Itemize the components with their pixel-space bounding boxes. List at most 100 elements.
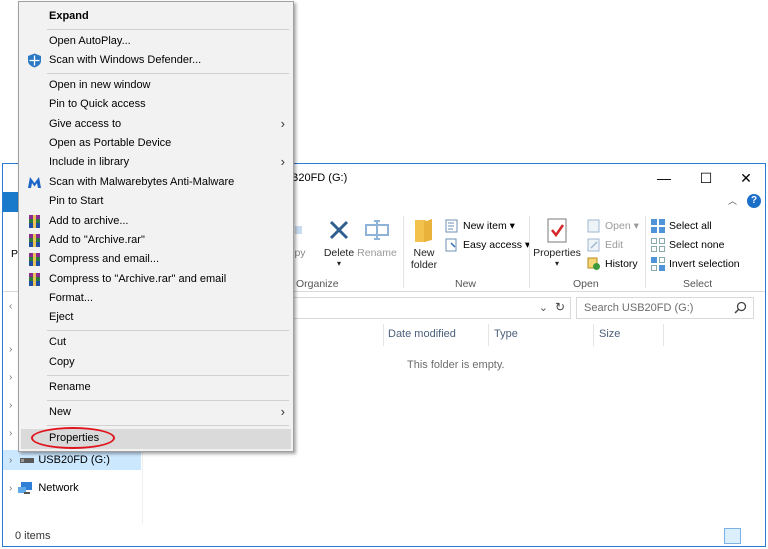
submenu-arrow-icon: › — [280, 116, 285, 131]
menu-item-open-new-window[interactable]: Open in new window — [21, 76, 291, 95]
menu-item-label: Rename — [49, 381, 91, 393]
column-divider[interactable] — [663, 324, 664, 346]
large-icons-view-icon[interactable] — [744, 528, 761, 544]
chevron-up-icon[interactable]: ︿ — [728, 194, 737, 207]
open-label: Open ▾ — [605, 219, 639, 232]
search-input[interactable]: Search USB20FD (G:) — [576, 297, 754, 319]
select-all-icon — [651, 218, 665, 233]
windows-defender-icon — [28, 53, 41, 68]
maximize-button[interactable]: ☐ — [685, 164, 727, 192]
column-size[interactable]: Size — [599, 328, 620, 340]
menu-item-compress-email[interactable]: Compress and email... — [21, 250, 291, 269]
column-type[interactable]: Type — [494, 328, 518, 340]
menu-item-label: Pin to Quick access — [49, 98, 146, 110]
column-date-modified[interactable]: Date modified — [388, 328, 456, 340]
new-item-label: New item ▾ — [463, 219, 515, 232]
copy-icon — [295, 226, 302, 234]
delete-dropdown-icon[interactable]: ▾ — [321, 259, 357, 268]
nav-usb-label: USB20FD (G:) — [38, 454, 110, 466]
menu-item-label: Include in library — [49, 156, 130, 168]
refresh-icon[interactable]: ↻ — [555, 300, 565, 314]
expand-chevron-icon[interactable]: › — [9, 428, 12, 439]
chevron-left-icon[interactable]: ‹ — [9, 301, 12, 312]
menu-separator — [47, 29, 289, 30]
edit-button[interactable]: Edit — [587, 236, 623, 253]
history-label: History — [605, 257, 638, 270]
menu-item-add-archive[interactable]: Add to archive... — [21, 212, 291, 231]
edit-label: Edit — [605, 238, 624, 251]
winrar-icon — [29, 253, 40, 266]
new-folder-label-line2: folder — [410, 259, 438, 271]
window-title: B20FD (G:) — [291, 172, 348, 184]
select-all-button[interactable]: Select all — [651, 217, 712, 234]
menu-item-scan-malwarebytes[interactable]: Scan with Malwarebytes Anti-Malware — [21, 173, 291, 192]
chevron-down-icon[interactable]: ⌄ — [539, 301, 548, 314]
details-view-icon[interactable] — [724, 528, 741, 544]
menu-item-label: Open as Portable Device — [49, 137, 172, 149]
menu-separator — [47, 73, 289, 74]
expand-chevron-icon[interactable]: › — [9, 483, 12, 494]
menu-separator — [47, 400, 289, 401]
open-group-label: Open — [573, 278, 599, 290]
expand-chevron-icon[interactable]: › — [9, 372, 12, 383]
properties-dropdown-icon[interactable]: ▾ — [532, 259, 582, 268]
menu-item-pin-start[interactable]: Pin to Start — [21, 192, 291, 211]
new-group-label: New — [455, 278, 477, 290]
new-item-icon — [445, 219, 458, 232]
search-icon[interactable] — [734, 301, 747, 314]
delete-button[interactable]: Delete ▾ — [321, 216, 357, 268]
menu-item-expand[interactable]: Expand — [21, 7, 291, 26]
status-bar: 0 items — [3, 526, 765, 546]
winrar-icon — [29, 234, 40, 247]
menu-item-give-access[interactable]: Give access to › — [21, 115, 291, 134]
column-divider[interactable] — [593, 324, 594, 346]
menu-item-scan-defender[interactable]: Scan with Windows Defender... — [21, 51, 291, 70]
rename-button[interactable]: Rename — [357, 216, 397, 259]
invert-selection-label: Invert selection — [669, 257, 740, 270]
menu-item-eject[interactable]: Eject — [21, 308, 291, 327]
delete-label: Delete — [323, 247, 355, 259]
menu-item-add-archive-rar[interactable]: Add to "Archive.rar" — [21, 231, 291, 250]
invert-selection-button[interactable]: Invert selection — [651, 255, 740, 272]
menu-item-label: New — [49, 406, 72, 418]
new-folder-button[interactable]: New folder — [407, 216, 441, 271]
history-button[interactable]: History — [587, 255, 638, 272]
menu-item-rename[interactable]: Rename — [21, 378, 291, 397]
address-bar[interactable]: ⌄ ↻ — [293, 297, 571, 319]
easy-access-button[interactable]: Easy access ▾ — [445, 236, 530, 253]
menu-item-format[interactable]: Format... — [21, 289, 291, 308]
select-none-icon — [651, 237, 665, 252]
select-none-button[interactable]: Select none — [651, 236, 724, 253]
expand-chevron-icon[interactable]: › — [9, 400, 12, 411]
minimize-button[interactable]: — — [643, 164, 685, 192]
properties-ribbon-button[interactable]: Properties ▾ — [532, 216, 582, 268]
folder-icon — [415, 219, 432, 242]
nav-item-network[interactable]: › Network — [3, 478, 141, 498]
menu-item-copy[interactable]: Copy — [21, 353, 291, 372]
new-item-button[interactable]: New item ▾ — [445, 217, 515, 234]
submenu-arrow-icon: › — [280, 154, 285, 169]
column-divider[interactable] — [383, 324, 384, 346]
usb-drive-icon — [20, 458, 35, 463]
easy-access-icon — [445, 238, 457, 251]
column-divider[interactable] — [488, 324, 489, 346]
menu-item-label: Eject — [49, 311, 74, 323]
menu-item-pin-quick-access[interactable]: Pin to Quick access — [21, 95, 291, 114]
winrar-icon — [29, 215, 40, 228]
help-icon[interactable]: ? — [747, 194, 761, 208]
menu-item-label: Cut — [49, 336, 67, 348]
menu-item-open-portable-device[interactable]: Open as Portable Device — [21, 134, 291, 153]
expand-chevron-icon[interactable]: › — [9, 344, 12, 355]
menu-item-label: Scan with Malwarebytes Anti-Malware — [49, 176, 235, 188]
menu-item-cut[interactable]: Cut — [21, 333, 291, 352]
menu-item-include-library[interactable]: Include in library › — [21, 153, 291, 172]
close-button[interactable]: ✕ — [725, 164, 767, 192]
menu-item-label: Copy — [49, 356, 75, 368]
nav-item-usb-drive[interactable]: › USB20FD (G:) — [3, 450, 141, 470]
menu-item-compress-rar-email[interactable]: Compress to "Archive.rar" and email — [21, 270, 291, 289]
expand-chevron-icon[interactable]: › — [9, 455, 12, 466]
open-button[interactable]: Open ▾ — [587, 217, 639, 234]
menu-item-label: Pin to Start — [49, 195, 104, 207]
menu-item-open-autoplay[interactable]: Open AutoPlay... — [21, 32, 291, 51]
menu-item-new[interactable]: New › — [21, 403, 291, 422]
